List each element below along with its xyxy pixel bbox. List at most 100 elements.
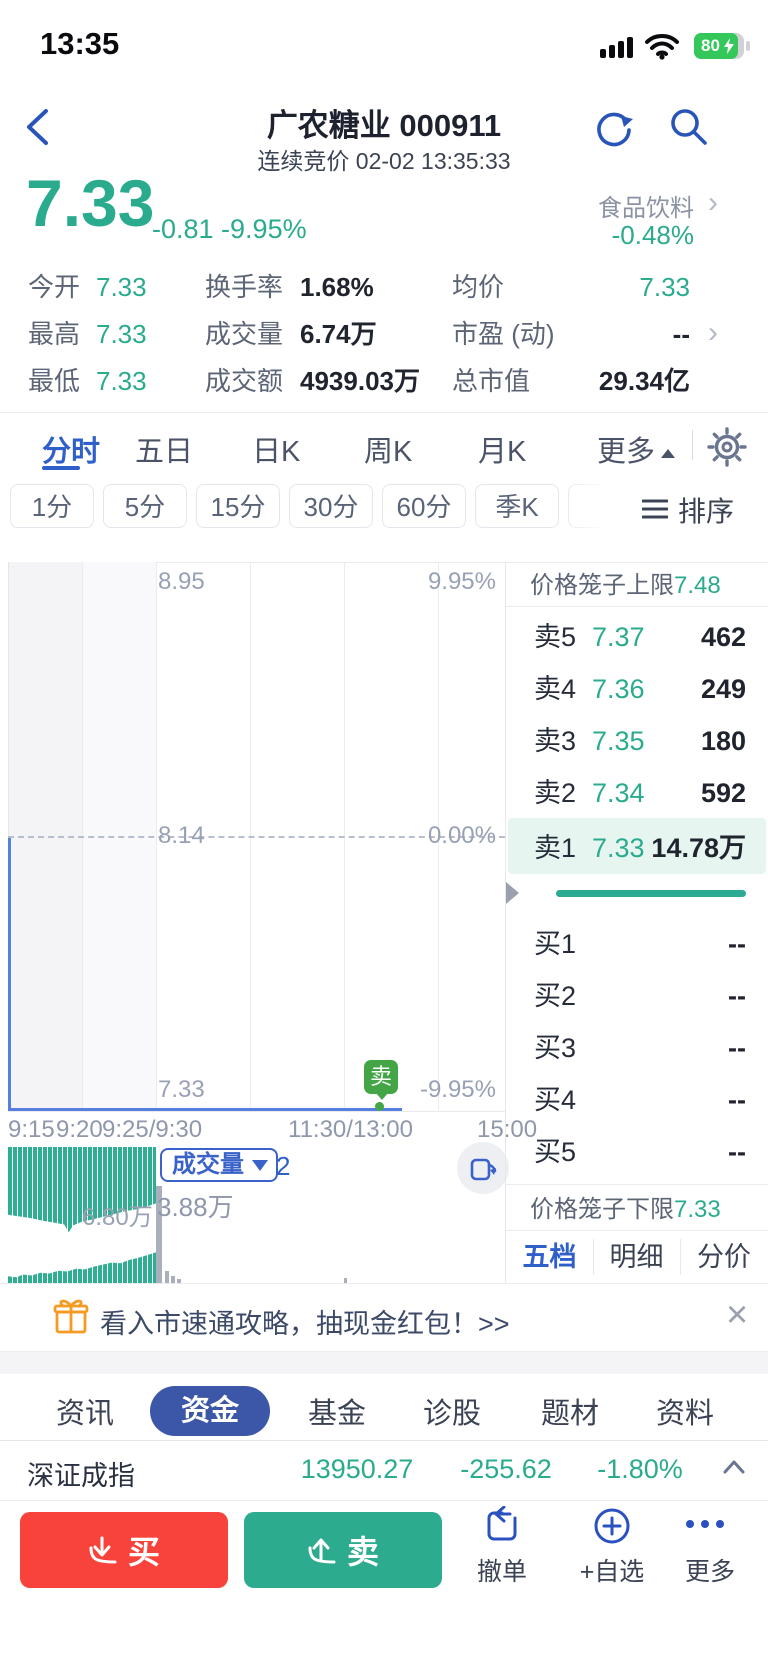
- cancel-order-icon[interactable]: [482, 1506, 522, 1546]
- more-dots-icon[interactable]: [686, 1520, 724, 1528]
- promo-banner-text[interactable]: 看入市速通攻略，抽现金红包！>>: [100, 1302, 510, 1341]
- tab-daily-k[interactable]: 日K: [252, 428, 300, 470]
- sell-arrow-icon: [308, 1538, 336, 1564]
- bid-qty: --: [728, 1137, 746, 1167]
- add-watchlist-label[interactable]: +自选: [580, 1552, 645, 1588]
- gear-icon[interactable]: [706, 426, 748, 468]
- x-axis-925-930: 9:25/9:30: [102, 1116, 203, 1143]
- sort-button[interactable]: 排序: [678, 490, 734, 530]
- interval-5min[interactable]: 5分: [103, 484, 187, 528]
- stat-value-high: 7.33: [96, 319, 147, 349]
- tab-price-dist[interactable]: 分价: [680, 1231, 768, 1283]
- divider: [0, 412, 768, 413]
- ask-qty: 14.78万: [651, 833, 746, 863]
- buy-button[interactable]: 买: [20, 1512, 228, 1588]
- tab-five-day[interactable]: 五日: [135, 428, 193, 470]
- tab-fund[interactable]: 基金: [308, 1390, 366, 1432]
- cancel-order-label[interactable]: 撤单: [477, 1552, 527, 1588]
- interval-quarter-k[interactable]: 季K: [475, 484, 559, 528]
- stat-value-pe: --: [672, 319, 690, 349]
- buy-arrow-icon: [89, 1536, 117, 1564]
- volume-count: 2: [276, 1151, 291, 1181]
- bid-label: 买4: [534, 1085, 577, 1115]
- status-time: 13:35: [40, 26, 120, 61]
- tab-five-level[interactable]: 五档: [506, 1231, 593, 1283]
- stat-label-amount: 成交额: [205, 366, 284, 396]
- bid-qty: --: [728, 1085, 746, 1115]
- tab-weekly-k[interactable]: 周K: [364, 428, 412, 470]
- interval-15min[interactable]: 15分: [196, 484, 280, 528]
- sector-name[interactable]: 食品饮料: [598, 188, 694, 223]
- stat-label-low: 最低: [28, 366, 81, 396]
- volume-peak-label: 6.80万: [82, 1204, 153, 1231]
- cellular-signal-icon: [600, 36, 634, 58]
- stat-label-turnover-rate: 换手率: [205, 272, 284, 302]
- bid-label: 买5: [534, 1137, 577, 1167]
- tab-more[interactable]: 更多: [597, 428, 676, 470]
- chart-bottom-border: [8, 1111, 505, 1112]
- ask-row-4[interactable]: 卖4 7.36 249: [506, 663, 768, 715]
- price-line-horizontal: [8, 1108, 402, 1111]
- ask-row-3[interactable]: 卖3 7.35 180: [506, 715, 768, 767]
- volume-indicator-selector[interactable]: 成交量: [160, 1148, 278, 1182]
- bid-row-4[interactable]: 买4 -- --: [506, 1074, 768, 1126]
- tab-profile[interactable]: 资料: [656, 1390, 714, 1432]
- bid-row-2[interactable]: 买2 -- --: [506, 970, 768, 1022]
- add-watchlist-icon[interactable]: [592, 1506, 632, 1546]
- price-line-vertical: [8, 838, 11, 1110]
- stock-detail-screen: 13:35 80 广农糖业 000911 连续竞价 02-02 13:35:33…: [0, 0, 768, 1663]
- ask-row-1[interactable]: 卖1 7.33 14.78万: [506, 822, 768, 874]
- minute-chart-canvas[interactable]: [8, 562, 505, 1112]
- bid-qty: --: [728, 929, 746, 959]
- bid-row-5[interactable]: 买5 -- --: [506, 1126, 768, 1178]
- bid-row-3[interactable]: 买3 -- --: [506, 1022, 768, 1074]
- interval-60min[interactable]: 60分: [382, 484, 466, 528]
- price-change: -0.81 -9.95%: [152, 214, 307, 244]
- bid-label: 买1: [534, 929, 577, 959]
- caret-down-icon: [252, 1160, 268, 1171]
- tab-diagnose[interactable]: 诊股: [423, 1390, 481, 1432]
- rotate-icon: [470, 1158, 497, 1181]
- tab-monthly-k[interactable]: 月K: [478, 428, 526, 470]
- stat-value-avg-price: 7.33: [639, 272, 690, 302]
- tab-theme[interactable]: 题材: [541, 1390, 599, 1432]
- collapse-chevron-icon[interactable]: [722, 1458, 746, 1476]
- divider: [506, 1184, 768, 1185]
- sort-icon[interactable]: [642, 498, 668, 520]
- tab-news[interactable]: 资讯: [56, 1390, 114, 1432]
- ask-row-2[interactable]: 卖2 7.34 592: [506, 767, 768, 819]
- search-icon[interactable]: [668, 106, 710, 148]
- ask-price: 7.37: [592, 622, 645, 652]
- tab-minute[interactable]: 分时: [42, 428, 100, 470]
- index-change: -255.62: [460, 1454, 552, 1484]
- tab-funds-active[interactable]: 资金: [150, 1386, 270, 1436]
- stat-value-volume: 6.74万: [300, 319, 377, 349]
- ask-qty: 180: [700, 726, 746, 756]
- index-name[interactable]: 深证成指: [27, 1454, 135, 1493]
- close-icon[interactable]: ×: [726, 1294, 748, 1337]
- divider: [0, 1500, 768, 1501]
- divider: [692, 430, 693, 460]
- section-gap: [0, 1352, 768, 1374]
- bid-label: 买3: [534, 1033, 577, 1063]
- sell-button[interactable]: 卖: [244, 1512, 442, 1588]
- stat-value-low: 7.33: [96, 366, 147, 396]
- ask-qty: 592: [700, 778, 746, 808]
- spread-separator-bar: [556, 890, 746, 897]
- interval-1min[interactable]: 1分: [10, 484, 94, 528]
- stat-label-volume: 成交量: [205, 319, 284, 349]
- volume-current-value: 3.88万: [157, 1192, 234, 1222]
- active-tab-underline: [42, 466, 80, 470]
- ask-row-5[interactable]: 卖5 7.37 462: [506, 611, 768, 663]
- spread-handle-icon[interactable]: [506, 882, 519, 904]
- interval-30min[interactable]: 30分: [289, 484, 373, 528]
- caret-up-icon: [661, 449, 676, 458]
- more-label[interactable]: 更多: [685, 1552, 735, 1588]
- bid-row-1[interactable]: 买1 -- --: [506, 918, 768, 970]
- sector-chevron-icon[interactable]: ›: [708, 186, 718, 220]
- refresh-icon[interactable]: [594, 108, 634, 148]
- tab-detail[interactable]: 明细: [593, 1231, 680, 1283]
- pe-chevron-icon[interactable]: ›: [708, 316, 718, 350]
- sell-marker-badge[interactable]: 卖: [364, 1060, 398, 1094]
- rotate-landscape-button[interactable]: [457, 1142, 509, 1194]
